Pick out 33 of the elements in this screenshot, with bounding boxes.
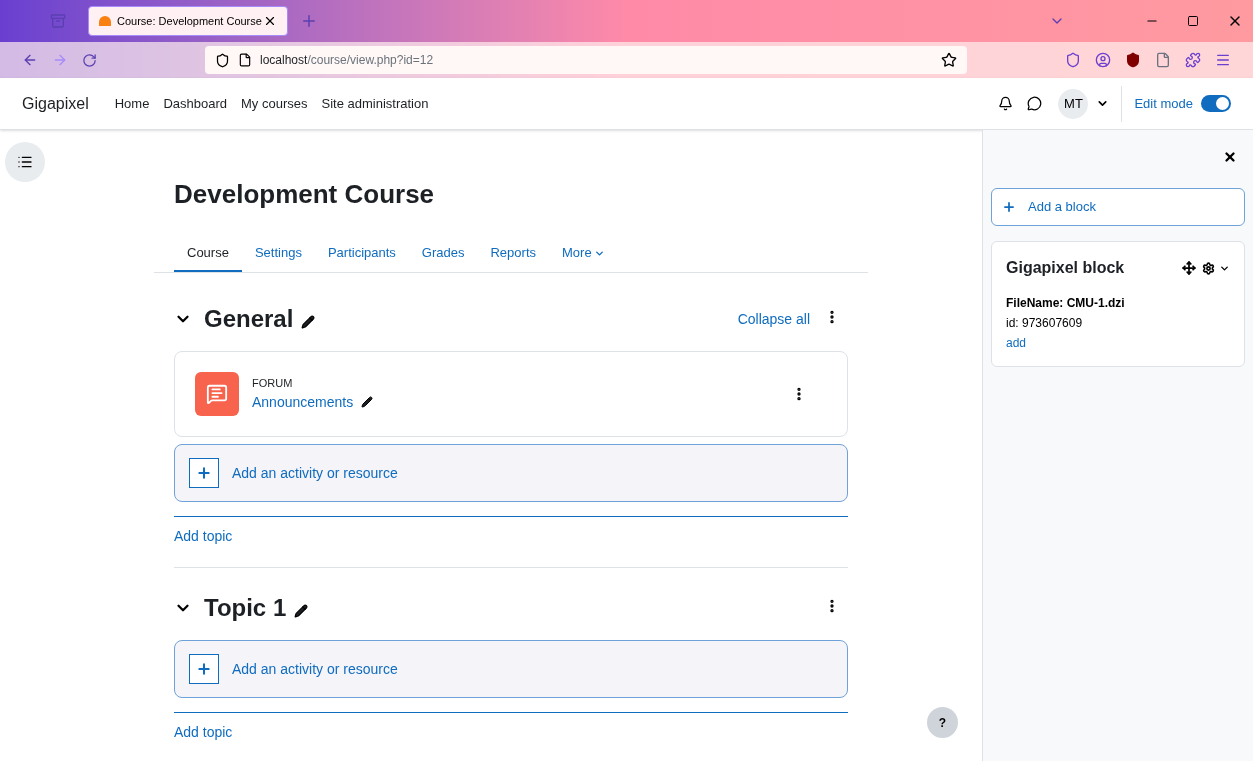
file-name: FileName: CMU-1.dzi (1006, 295, 1126, 312)
browser-tab[interactable]: Course: Development Course (88, 6, 288, 36)
add-topic-link[interactable]: Add topic (174, 526, 233, 547)
help-button[interactable]: ? (927, 707, 958, 738)
file-id: id: 973607609 (1006, 315, 1084, 332)
site-brand[interactable]: Gigapixel (22, 91, 89, 116)
add-link[interactable]: add (1006, 334, 1027, 352)
nav-link[interactable]: Dashboard (163, 93, 227, 114)
edit-mode-label: Edit mode (1134, 94, 1193, 113)
course-tab[interactable]: Participants (314, 236, 409, 272)
block-title: Gigapixel block (1006, 258, 1125, 278)
add-activity-button[interactable]: Add an activity or resource (174, 640, 848, 698)
address-bar[interactable]: localhost/course/view.php?id=12 (205, 46, 967, 74)
section-title: Topic 1 (204, 593, 287, 623)
section-title: General (204, 304, 294, 334)
course-tab[interactable]: Reports (477, 236, 549, 272)
collapse-all-link[interactable]: Collapse all (737, 308, 810, 330)
course-tab[interactable]: Grades (408, 236, 478, 272)
user-avatar[interactable]: MT (1058, 88, 1089, 119)
tab-title: Course: Development Course (117, 13, 262, 29)
course-tab[interactable]: Course (174, 236, 242, 272)
nav-link[interactable]: Site administration (321, 93, 429, 114)
add-block-button[interactable]: Add a block (991, 188, 1245, 226)
nav-link[interactable]: My courses (241, 93, 308, 114)
course-title: Development Course (174, 178, 436, 211)
url-text: localhost/course/view.php?id=12 (260, 52, 434, 69)
course-tab[interactable]: Settings (241, 236, 315, 272)
course-tab[interactable]: More (549, 236, 618, 272)
activity-link[interactable]: Announcements (252, 391, 354, 413)
activity-type: FORUM (252, 376, 294, 392)
add-activity-button[interactable]: Add an activity or resource (174, 444, 848, 502)
add-topic-link[interactable]: Add topic (174, 722, 233, 743)
nav-link[interactable]: Home (114, 93, 150, 114)
